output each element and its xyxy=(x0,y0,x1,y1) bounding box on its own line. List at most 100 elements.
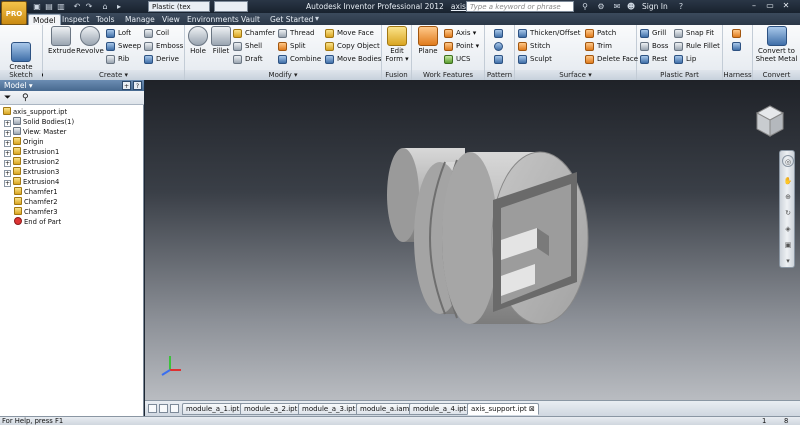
tree-node-part[interactable]: axis_support.ipt xyxy=(3,107,67,117)
help-icon[interactable]: ? xyxy=(676,2,686,11)
search-input[interactable]: Type a keyword or phrase xyxy=(466,1,574,12)
rib-button[interactable]: Rib xyxy=(106,54,129,65)
communication-icon[interactable]: ✉ xyxy=(612,2,622,11)
browser-menu-icon[interactable]: + xyxy=(122,81,131,90)
tab-tools[interactable]: Tools xyxy=(92,14,118,25)
redo-icon[interactable]: ↷ xyxy=(84,2,94,11)
tree-node-chamfer2[interactable]: Chamfer2 xyxy=(14,197,58,207)
maximize-icon[interactable]: ▭ xyxy=(764,1,776,11)
filter-icon[interactable]: ⏷ xyxy=(4,93,11,103)
tab-get-started[interactable]: Get Started xyxy=(266,14,317,25)
tree-node-origin[interactable]: + Origin xyxy=(4,137,44,147)
copy-object-button[interactable]: Copy Object xyxy=(325,41,380,52)
save-icon[interactable]: ▥ xyxy=(56,2,66,11)
delete-face-button[interactable]: Delete Face xyxy=(585,54,638,65)
fillet-button[interactable]: Fillet xyxy=(210,26,232,55)
doc-tab-module-a-2[interactable]: module_a_2.ipt xyxy=(240,403,302,415)
doc-tab-axis-support[interactable]: axis_support.ipt ⊠ xyxy=(467,403,539,415)
emboss-button[interactable]: Emboss xyxy=(144,41,183,52)
minimize-icon[interactable]: – xyxy=(748,1,760,11)
ucs-button[interactable]: UCS xyxy=(444,54,470,65)
patch-button[interactable]: Patch xyxy=(585,28,616,39)
close-icon[interactable]: ✕ xyxy=(780,1,792,11)
select-icon[interactable]: ▸ xyxy=(114,2,124,11)
coil-button[interactable]: Coil xyxy=(144,28,169,39)
document-list-icon[interactable] xyxy=(170,404,179,413)
boss-button[interactable]: Boss xyxy=(640,41,668,52)
grill-button[interactable]: Grill xyxy=(640,28,666,39)
move-bodies-button[interactable]: Move Bodies xyxy=(325,54,381,65)
snap-fit-button[interactable]: Snap Fit xyxy=(674,28,714,39)
convert-to-sheet-metal-button[interactable]: Convert to Sheet Metal xyxy=(754,26,799,63)
tab-manage[interactable]: Manage xyxy=(121,14,159,25)
thicken-offset-button[interactable]: Thicken/Offset xyxy=(518,28,580,39)
point-button[interactable]: Point ▾ xyxy=(444,41,479,52)
ribbon-display-icon[interactable]: ▾ xyxy=(312,14,322,23)
tree-node-chamfer3[interactable]: Chamfer3 xyxy=(14,207,58,217)
tab-environments[interactable]: Environments xyxy=(183,14,243,25)
plane-button[interactable]: Plane xyxy=(415,26,441,55)
home-icon[interactable]: ⌂ xyxy=(100,2,110,11)
stitch-button[interactable]: Stitch xyxy=(518,41,550,52)
appearance-dropdown[interactable] xyxy=(214,1,248,12)
tree-node-extrusion3[interactable]: + Extrusion3 xyxy=(4,167,59,177)
revolve-button[interactable]: Revolve xyxy=(75,26,105,55)
browser-title[interactable]: Model ▾ xyxy=(4,81,33,90)
doc-tab-module-a-4[interactable]: module_a_4.ipt xyxy=(409,403,471,415)
material-dropdown[interactable]: Plastic (tex xyxy=(148,1,210,12)
application-menu-button[interactable]: PRO xyxy=(1,1,27,25)
axis-button[interactable]: Axis ▾ xyxy=(444,28,476,39)
circular-pattern-button[interactable] xyxy=(494,41,504,52)
orbit-icon[interactable]: ↻ xyxy=(782,207,794,219)
doc-tab-module-a-1[interactable]: module_a_1.ipt xyxy=(182,403,244,415)
navbar-menu-icon[interactable]: ▾ xyxy=(782,255,794,267)
tab-vault[interactable]: Vault xyxy=(237,14,264,25)
doc-tab-module-a-iam[interactable]: module_a.iam xyxy=(356,403,414,415)
tab-model[interactable]: Model xyxy=(28,14,61,25)
harness-button-1[interactable] xyxy=(732,28,742,39)
zoom-all-icon[interactable]: ▣ xyxy=(782,239,794,251)
sweep-button[interactable]: Sweep xyxy=(106,41,141,52)
thread-button[interactable]: Thread xyxy=(278,28,314,39)
split-button[interactable]: Split xyxy=(278,41,306,52)
doc-tab-module-a-3[interactable]: module_a_3.ipt xyxy=(298,403,360,415)
rectangular-pattern-button[interactable] xyxy=(494,28,504,39)
move-face-button[interactable]: Move Face xyxy=(325,28,374,39)
tree-node-extrusion2[interactable]: + Extrusion2 xyxy=(4,157,59,167)
sculpt-button[interactable]: Sculpt xyxy=(518,54,552,65)
trim-button[interactable]: Trim xyxy=(585,41,612,52)
tree-node-chamfer1[interactable]: Chamfer1 xyxy=(14,187,58,197)
draft-button[interactable]: Draft xyxy=(233,54,263,65)
chamfer-button[interactable]: Chamfer xyxy=(233,28,275,39)
shell-button[interactable]: Shell xyxy=(233,41,262,52)
derive-button[interactable]: Derive xyxy=(144,54,179,65)
hole-button[interactable]: Hole xyxy=(187,26,209,55)
zoom-icon[interactable]: ⊕ xyxy=(782,191,794,203)
mirror-button[interactable] xyxy=(494,54,504,65)
tree-node-solid-bodies[interactable]: + Solid Bodies(1) xyxy=(4,117,74,127)
sign-in-button[interactable]: Sign In xyxy=(642,1,668,12)
look-at-icon[interactable]: ◈ xyxy=(782,223,794,235)
tab-view[interactable]: View xyxy=(158,14,184,25)
steering-wheel-icon[interactable]: ◎ xyxy=(782,155,794,167)
graphics-viewport[interactable]: ◎ ✋ ⊕ ↻ ◈ ▣ ▾ xyxy=(145,80,800,400)
cascade-windows-icon[interactable] xyxy=(159,404,168,413)
loft-button[interactable]: Loft xyxy=(106,28,131,39)
tree-node-end-of-part[interactable]: End of Part xyxy=(14,217,61,227)
tree-node-view-master[interactable]: + View: Master xyxy=(4,127,66,137)
tab-inspect[interactable]: Inspect xyxy=(58,14,93,25)
tree-node-extrusion1[interactable]: + Extrusion1 xyxy=(4,147,59,157)
combine-button[interactable]: Combine xyxy=(278,54,321,65)
rule-fillet-button[interactable]: Rule Fillet xyxy=(674,41,720,52)
rest-button[interactable]: Rest xyxy=(640,54,667,65)
tile-windows-icon[interactable] xyxy=(148,404,157,413)
open-icon[interactable]: ▤ xyxy=(44,2,54,11)
extrude-button[interactable]: Extrude xyxy=(48,26,75,55)
user-icon[interactable]: ☻ xyxy=(626,2,636,11)
undo-icon[interactable]: ↶ xyxy=(72,2,82,11)
tree-node-extrusion4[interactable]: + Extrusion4 xyxy=(4,177,59,187)
harness-button-2[interactable] xyxy=(732,41,742,52)
binoculars-icon[interactable]: ⚲ xyxy=(580,2,590,11)
viewcube-icon[interactable] xyxy=(755,104,785,138)
browser-help-icon[interactable]: ? xyxy=(133,81,142,90)
